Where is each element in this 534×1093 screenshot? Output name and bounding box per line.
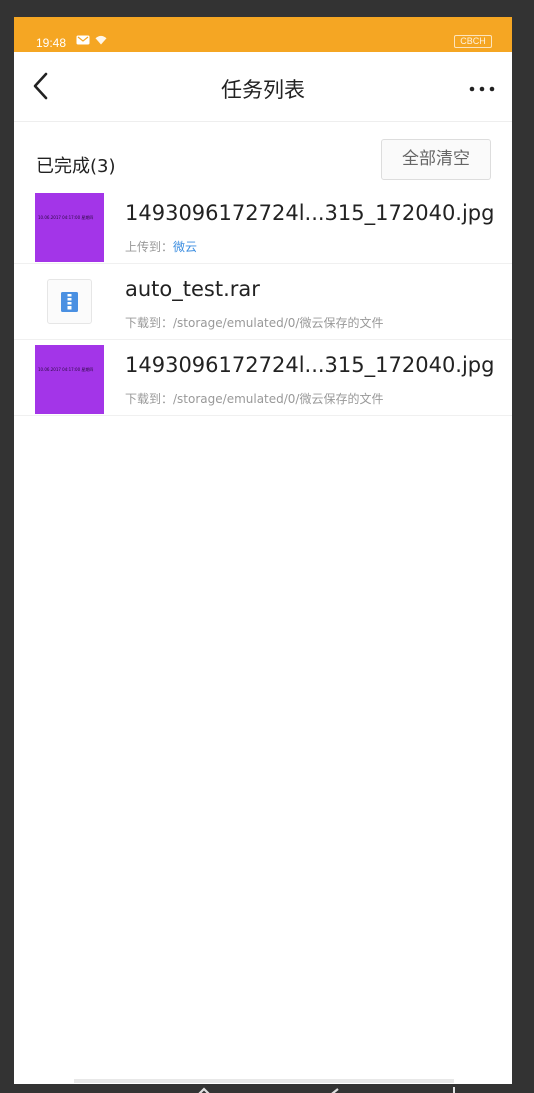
scroll-indicator	[74, 1079, 454, 1083]
status-icons	[76, 35, 107, 47]
system-home-button[interactable]	[184, 1083, 224, 1093]
destination-label: 上传到：	[125, 240, 174, 254]
system-power-button[interactable]	[434, 1083, 474, 1093]
message-icon	[76, 35, 90, 45]
archive-thumbnail	[47, 279, 92, 324]
back-icon	[331, 1088, 339, 1093]
thumbnail-caption: 10.06.2017 04:17:00 星期四	[38, 215, 94, 220]
file-destination: 下载到：/storage/emulated/0/微云保存的文件	[125, 314, 383, 331]
clear-all-button[interactable]: 全部清空	[381, 139, 491, 180]
system-back-button[interactable]	[314, 1083, 354, 1093]
task-row[interactable]: 10.06.2017 04:17:00 星期四 1493096172724l..…	[14, 188, 512, 264]
destination-value: /storage/emulated/0/微云保存的文件	[173, 316, 384, 330]
completed-section-header: 已完成(3) 全部清空	[14, 122, 512, 188]
task-row[interactable]: auto_test.rar 下载到：/storage/emulated/0/微云…	[14, 264, 512, 340]
status-bar: 19:48 CBCH	[14, 17, 512, 52]
thumbnail-caption: 10.06.2017 04:17:00 星期四	[38, 367, 94, 372]
wifi-icon	[95, 35, 107, 45]
status-time: 19:48	[36, 36, 67, 50]
completed-count-label: 已完成(3)	[36, 156, 116, 177]
file-destination: 下载到：/storage/emulated/0/微云保存的文件	[125, 390, 383, 407]
image-thumbnail: 10.06.2017 04:17:00 星期四	[35, 345, 104, 414]
archive-icon	[61, 292, 78, 312]
file-name: auto_test.rar	[125, 277, 260, 301]
more-dots-icon	[469, 86, 495, 92]
task-row[interactable]: 10.06.2017 04:17:00 星期四 1493096172724l..…	[14, 340, 512, 416]
home-icon	[198, 1087, 210, 1093]
destination-label: 下载到：	[125, 316, 174, 330]
power-icon	[453, 1087, 455, 1093]
more-button[interactable]	[462, 72, 502, 102]
page-title: 任务列表	[221, 78, 305, 102]
file-name: 1493096172724l...315_172040.jpg	[125, 201, 495, 225]
system-menu-button[interactable]	[59, 1083, 99, 1093]
navigation-bar: 任务列表	[14, 52, 512, 122]
phone-screen: 19:48 CBCH 任务列表 已完成(3) 全部清空 10.06.2017 0…	[14, 17, 512, 1093]
menu-icon	[59, 1083, 99, 1093]
destination-value: /storage/emulated/0/微云保存的文件	[173, 392, 384, 406]
file-destination: 上传到：微云	[125, 238, 197, 255]
destination-label: 下载到：	[125, 392, 174, 406]
file-name: 1493096172724l...315_172040.jpg	[125, 353, 495, 377]
battery-indicator: CBCH	[454, 35, 492, 48]
destination-value: 微云	[173, 240, 198, 254]
image-thumbnail: 10.06.2017 04:17:00 星期四	[35, 193, 104, 262]
